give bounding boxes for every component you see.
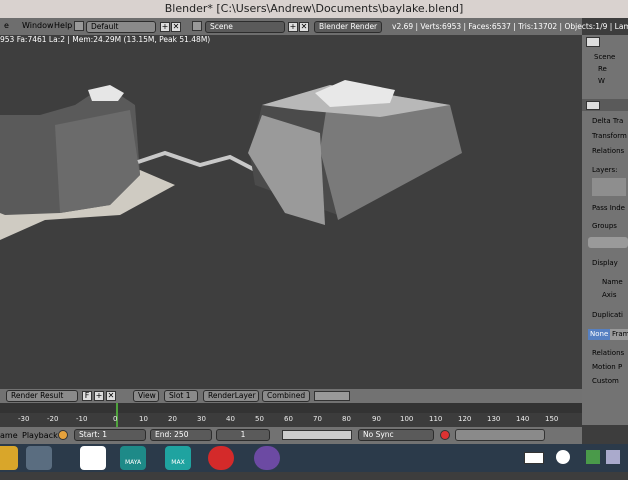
layers-label: Layers:	[592, 166, 618, 174]
layers-grid[interactable]	[592, 178, 626, 196]
help-icon[interactable]	[556, 450, 570, 464]
outliner-scene[interactable]: Scene	[594, 53, 615, 61]
menu-window[interactable]: Window	[22, 21, 54, 30]
panel-relations[interactable]: Relations	[592, 147, 624, 155]
tick-label: 20	[168, 415, 177, 423]
tick-label: 70	[313, 415, 322, 423]
current-frame-field[interactable]: 1	[216, 429, 270, 441]
layout-icon[interactable]	[74, 21, 84, 31]
blender-icon[interactable]	[26, 446, 52, 470]
eclipse-icon[interactable]	[254, 446, 280, 470]
view-menu[interactable]: View	[133, 390, 159, 402]
panel-groups[interactable]: Groups	[592, 222, 617, 230]
window-title: Blender* [C:\Users\Andrew\Documents\bayl…	[0, 0, 628, 18]
record-icon[interactable]	[440, 430, 450, 440]
tick-label: 120	[458, 415, 472, 423]
pass-index-field[interactable]: Pass Inde	[592, 204, 625, 212]
fake-user-button[interactable]: F	[82, 391, 92, 401]
properties-panel[interactable]: Scene Re W Delta Tra Transform Relations…	[582, 35, 628, 425]
tick-label: -30	[18, 415, 30, 423]
left-building-top	[88, 85, 124, 101]
3dsmax-icon[interactable]: MAX	[165, 446, 191, 470]
bridge	[137, 150, 256, 172]
menu-playback[interactable]: Playback	[22, 431, 58, 440]
tick-label: 80	[342, 415, 351, 423]
tick-label: -10	[76, 415, 88, 423]
keyboard-icon[interactable]	[524, 452, 544, 464]
tick-label: 100	[400, 415, 414, 423]
render-layer-select[interactable]: RenderLayer	[203, 390, 259, 402]
image-editor-header: Render Result F + ✕ View Slot 1 RenderLa…	[0, 389, 582, 403]
scene-remove-button[interactable]: ✕	[299, 22, 309, 32]
render-pass-select[interactable]: Combined	[262, 390, 310, 402]
dropbox-icon[interactable]	[80, 446, 106, 470]
layout-remove-button[interactable]: ✕	[171, 22, 181, 32]
timeline-header: ame Playback Start: 1 End: 250 1 No Sync	[0, 427, 582, 444]
panel-custom-properties[interactable]: Custom	[592, 377, 619, 385]
panel-delta-transform[interactable]: Delta Tra	[592, 117, 623, 125]
tick-label: 10	[139, 415, 148, 423]
maya-icon[interactable]: MAYA	[120, 446, 146, 470]
outliner-world[interactable]: W	[598, 77, 605, 85]
tick-label: 30	[197, 415, 206, 423]
tick-label: 140	[516, 415, 530, 423]
image-unlink-button[interactable]: ✕	[106, 391, 116, 401]
outliner-renderlayers[interactable]: Re	[598, 65, 607, 73]
chrome-icon[interactable]	[0, 446, 18, 470]
info-header: e Window Help Default + ✕ Scene + ✕ Blen…	[0, 18, 628, 35]
scene-add-button[interactable]: +	[288, 22, 298, 32]
tick-label: 90	[372, 415, 381, 423]
viewport-scene	[0, 80, 462, 240]
scene-stats: v2.69 | Verts:6953 | Faces:6537 | Tris:1…	[392, 22, 628, 31]
keying-set-field[interactable]	[455, 429, 545, 441]
tick-label: 0	[113, 415, 118, 423]
tick-label: -20	[47, 415, 59, 423]
tick-label: 110	[429, 415, 443, 423]
right-building-facade	[248, 115, 325, 225]
timeline[interactable]: -30 -20 -10 0 10 20 30 40 50 60 70 80 90…	[0, 403, 582, 427]
add-to-group-button[interactable]	[588, 237, 628, 248]
tick-label: 40	[226, 415, 235, 423]
outliner-editor-icon[interactable]	[586, 37, 600, 47]
render-engine-select[interactable]: Blender Render	[314, 21, 382, 33]
panel-transform-locks[interactable]: Transform	[592, 132, 627, 140]
dupli-none-button[interactable]: None	[588, 329, 610, 340]
sync-select[interactable]: No Sync	[358, 429, 434, 441]
scene-select[interactable]: Scene	[205, 21, 285, 33]
right-building-top	[315, 80, 395, 107]
panel-motion-paths[interactable]: Motion P	[592, 363, 622, 371]
menu-help[interactable]: Help	[54, 21, 72, 30]
display-channels-buttons[interactable]	[314, 391, 350, 401]
tick-label: 60	[284, 415, 293, 423]
tick-label: 50	[255, 415, 264, 423]
keying-icon[interactable]	[58, 430, 68, 440]
tray-network-icon[interactable]	[606, 450, 620, 464]
3d-viewport[interactable]: 953 Fa:7461 La:2 | Mem:24.29M (13.15M, P…	[0, 35, 582, 389]
tray-app-icon[interactable]	[586, 450, 600, 464]
dupli-frames-button[interactable]: Fram	[610, 329, 628, 340]
makerbot-icon[interactable]	[208, 446, 234, 470]
tick-label: 130	[487, 415, 501, 423]
start-frame-field[interactable]: Start: 1	[74, 429, 146, 441]
image-select[interactable]: Render Result	[6, 390, 78, 402]
image-new-button[interactable]: +	[94, 391, 104, 401]
slot-select[interactable]: Slot 1	[164, 390, 198, 402]
menu-file-partial[interactable]: e	[4, 21, 9, 30]
display-axis-checkbox[interactable]: Axis	[602, 291, 617, 299]
playback-controls[interactable]	[282, 430, 352, 440]
layout-select[interactable]: Default	[86, 21, 156, 33]
layout-add-button[interactable]: +	[160, 22, 170, 32]
end-frame-field[interactable]: End: 250	[150, 429, 212, 441]
tick-label: 150	[545, 415, 559, 423]
scene-icon[interactable]	[192, 21, 202, 31]
properties-editor-icon[interactable]	[586, 101, 600, 110]
display-name-checkbox[interactable]: Name	[602, 278, 623, 286]
menu-frame[interactable]: ame	[0, 431, 18, 440]
taskbar: MAYA MAX	[0, 444, 628, 472]
panel-display[interactable]: Display	[592, 259, 618, 267]
panel-duplication[interactable]: Duplicati	[592, 311, 623, 319]
panel-relations-extras[interactable]: Relations	[592, 349, 624, 357]
